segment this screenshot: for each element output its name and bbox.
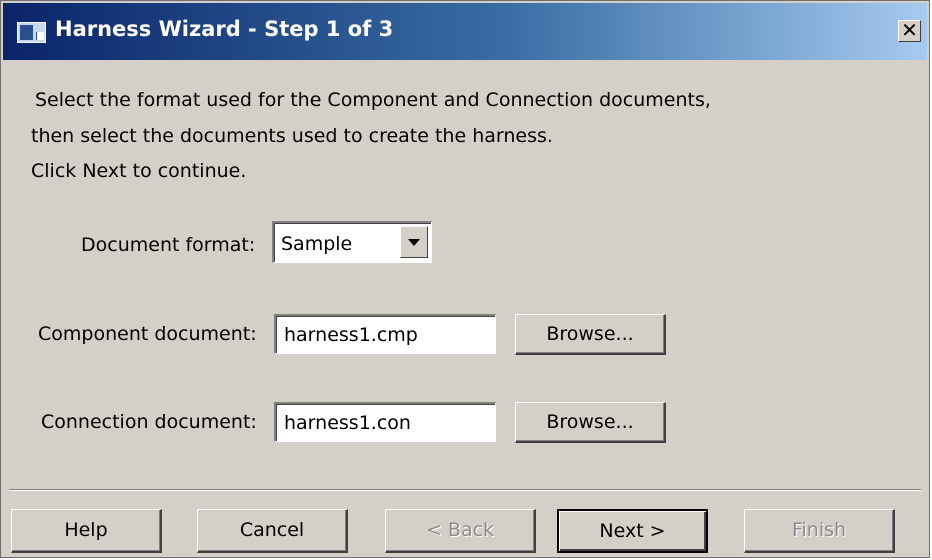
chevron-down-icon[interactable] — [400, 226, 428, 258]
component-document-label: Component document: — [38, 323, 257, 345]
close-icon: ✕ — [901, 18, 918, 42]
next-button-label: Next > — [599, 520, 666, 542]
back-button: < Back — [385, 509, 536, 553]
instruction-line-1: Select the format used for the Component… — [35, 89, 711, 111]
browse-connection-button[interactable]: Browse... — [515, 402, 666, 443]
instruction-line-2: then select the documents used to create… — [31, 125, 553, 147]
document-format-value: Sample — [281, 233, 353, 255]
component-document-value: harness1.cmp — [284, 324, 418, 346]
harness-wizard-dialog: Harness Wizard - Step 1 of 3 ✕ Select th… — [0, 0, 930, 558]
document-format-select[interactable]: Sample — [272, 221, 432, 263]
connection-document-value: harness1.con — [284, 412, 411, 434]
finish-button: Finish — [744, 509, 895, 553]
instruction-line-3: Click Next to continue. — [31, 160, 247, 182]
browse-component-button[interactable]: Browse... — [515, 314, 666, 355]
component-document-input[interactable]: harness1.cmp — [274, 314, 496, 354]
connection-document-label: Connection document: — [41, 411, 257, 433]
connection-document-input[interactable]: harness1.con — [274, 402, 496, 442]
cancel-button[interactable]: Cancel — [197, 509, 348, 553]
browse-connection-label: Browse... — [546, 411, 634, 433]
window-app-icon — [17, 22, 46, 43]
help-button[interactable]: Help — [11, 509, 162, 553]
window-title: Harness Wizard - Step 1 of 3 — [55, 17, 394, 41]
help-button-label: Help — [64, 519, 108, 541]
close-button[interactable]: ✕ — [898, 20, 921, 42]
title-bar[interactable]: Harness Wizard - Step 1 of 3 ✕ — [3, 3, 927, 60]
cancel-button-label: Cancel — [239, 519, 305, 541]
footer-separator — [9, 489, 921, 491]
browse-component-label: Browse... — [546, 323, 634, 345]
document-format-label: Document format: — [81, 234, 256, 256]
next-button[interactable]: Next > — [557, 509, 708, 553]
finish-button-label: Finish — [791, 519, 847, 541]
back-button-label: < Back — [425, 519, 495, 541]
